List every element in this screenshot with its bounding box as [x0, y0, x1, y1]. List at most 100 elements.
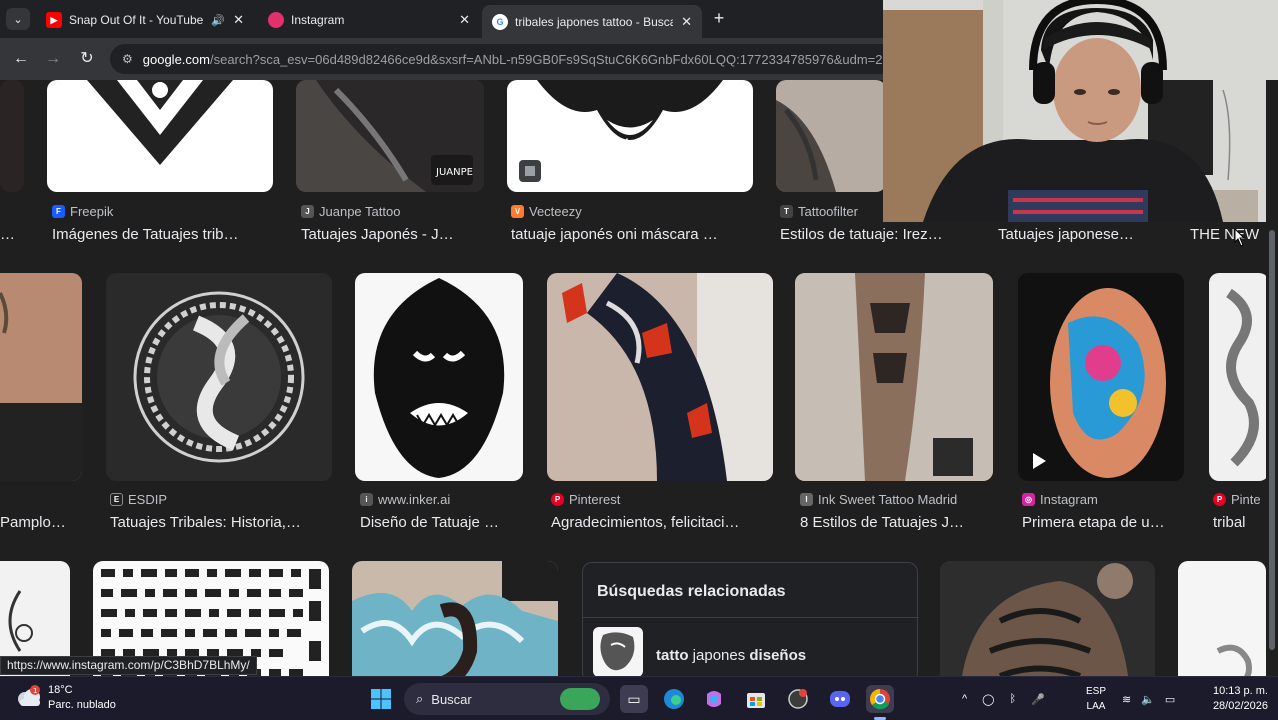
image-result-thumbnail[interactable] [507, 80, 753, 192]
result-caption[interactable]: Tatuajes japonese… [998, 226, 1168, 243]
image-result-thumbnail[interactable] [795, 273, 993, 481]
image-result-thumbnail[interactable] [355, 273, 523, 481]
result-caption[interactable]: Diseño de Tatuaje … [360, 514, 528, 531]
result-caption[interactable]: Pamplo… [0, 514, 80, 531]
related-search-query[interactable]: tatto japones diseños [656, 647, 806, 664]
plus-icon: + [713, 8, 725, 28]
arm-tattoo-photo: JUANPE [296, 80, 484, 192]
image-result-thumbnail[interactable] [776, 80, 886, 192]
result-source[interactable]: i www.inker.ai [360, 492, 450, 507]
source-name: Instagram [1040, 492, 1098, 507]
headset-icon[interactable]: ◯ [982, 693, 994, 706]
tab-search-button[interactable]: ⌄ [6, 8, 30, 30]
edge-browser-icon[interactable] [660, 685, 688, 713]
result-source[interactable]: I Ink Sweet Tattoo Madrid [800, 492, 957, 507]
image-result-thumbnail[interactable]: JUANPE [296, 80, 484, 192]
start-button[interactable] [367, 685, 395, 713]
weather-widget[interactable]: 1 18°C Parc. nublado [14, 683, 116, 713]
image-result-thumbnail[interactable] [1018, 273, 1184, 481]
link-status-url: https://www.instagram.com/p/C3BhD7BLhMy/ [0, 656, 257, 675]
result-source[interactable]: E ESDIP [110, 492, 167, 507]
tab-youtube[interactable]: ▶ Snap Out Of It - YouTube 🔊 ✕ [36, 5, 254, 35]
koi-fish-tattoo-image [133, 291, 305, 463]
quick-settings[interactable]: ≋ 🔈 ▭ [1122, 677, 1175, 720]
discord-icon[interactable] [826, 685, 854, 713]
tab-google-search[interactable]: G tribales japones tattoo - Buscar ✕ [482, 5, 702, 38]
source-name: Pinterest [569, 492, 621, 507]
page-scrollbar[interactable] [1266, 80, 1278, 676]
image-result-thumbnail[interactable] [47, 80, 273, 192]
image-result-thumbnail[interactable] [0, 80, 24, 192]
chrome-icon[interactable] [866, 685, 894, 713]
result-source[interactable]: P Pinterest [551, 492, 620, 507]
result-caption[interactable]: Primera etapa de u… [1022, 514, 1187, 531]
reload-button[interactable]: ↻ [76, 48, 98, 70]
bluetooth-icon[interactable]: ᛒ [1009, 693, 1016, 705]
site-info-icon[interactable]: ⚙ [122, 52, 133, 66]
image-result-thumbnail[interactable] [106, 273, 332, 481]
chevron-down-icon: ⌄ [13, 13, 23, 26]
site-icon: i [360, 493, 373, 506]
battery-icon: ▭ [1164, 693, 1176, 706]
query-term: tatto [656, 647, 689, 664]
webcam-overlay [883, 0, 1278, 222]
result-source[interactable]: ◎ Instagram [1022, 492, 1098, 507]
query-term: japones [692, 647, 746, 664]
tattoo-photo [776, 100, 836, 192]
site-icon: T [780, 205, 793, 218]
close-tab-icon[interactable]: ✕ [459, 12, 470, 28]
weather-condition: Parc. nublado [48, 699, 116, 711]
back-button[interactable]: ← [10, 48, 32, 70]
result-caption[interactable]: Tatuajes Japonés - J… [301, 226, 489, 243]
speaker-icon[interactable]: 🔊 [211, 14, 225, 27]
taskbar-search[interactable]: ⌕ Buscar [404, 683, 610, 715]
result-caption[interactable]: tribal [1213, 514, 1265, 531]
result-caption-truncated[interactable]: … [0, 226, 18, 243]
instagram-icon: ◎ [1022, 493, 1035, 506]
site-icon: J [301, 205, 314, 218]
forward-button[interactable]: → [42, 48, 64, 70]
youtube-icon: ▶ [46, 12, 62, 28]
related-search-thumbnail[interactable] [593, 627, 643, 676]
clock-time: 10:13 p. m. [1212, 685, 1268, 697]
svg-text:1: 1 [33, 687, 37, 695]
address-bar[interactable]: ⚙ google.com/search?sca_esv=06d489d82466… [110, 44, 910, 74]
image-result-thumbnail[interactable] [0, 273, 82, 481]
close-tab-icon[interactable]: ✕ [233, 12, 244, 28]
result-source[interactable]: F Freepik [52, 204, 113, 219]
close-tab-icon[interactable]: ✕ [681, 14, 692, 30]
language-code: ESP [1085, 686, 1106, 697]
image-result-thumbnail[interactable] [1209, 273, 1269, 481]
source-name: Juanpe Tattoo [319, 204, 401, 219]
language-indicator[interactable]: ESP LAA [1083, 684, 1109, 714]
result-caption[interactable]: tatuaje japonés oni máscara … [511, 226, 756, 243]
scrollbar-thumb[interactable] [1269, 230, 1275, 650]
result-caption[interactable]: Agradecimientos, felicitaci… [551, 514, 777, 531]
result-caption[interactable]: 8 Estilos de Tatuajes J… [800, 514, 998, 531]
result-caption[interactable]: Tatuajes Tribales: Historia,… [110, 514, 335, 531]
image-result-thumbnail[interactable] [352, 561, 558, 676]
image-result-thumbnail[interactable] [940, 561, 1155, 676]
result-source[interactable]: V Vecteezy [511, 204, 582, 219]
image-result-thumbnail[interactable] [547, 273, 773, 481]
task-view-icon[interactable]: ▭ [620, 685, 648, 713]
result-caption[interactable]: Imágenes de Tatuajes trib… [52, 226, 277, 243]
result-source[interactable]: P Pinte [1213, 492, 1261, 507]
app-icon[interactable] [784, 685, 812, 713]
oni-mask-image [519, 80, 723, 182]
image-result-thumbnail[interactable] [1178, 561, 1266, 676]
microphone-icon[interactable]: 🎤 [1031, 693, 1045, 706]
copilot-icon[interactable] [700, 685, 728, 713]
result-caption[interactable]: THE NEW [1190, 226, 1266, 243]
tab-instagram[interactable]: Instagram ✕ [258, 5, 480, 35]
mouse-cursor-icon [1234, 228, 1245, 247]
result-source[interactable]: J Juanpe Tattoo [301, 204, 400, 219]
new-tab-button[interactable]: + [708, 8, 730, 30]
clock[interactable]: 10:13 p. m. 28/02/2026 [1196, 684, 1268, 714]
chevron-up-icon[interactable]: ^ [962, 693, 967, 705]
source-name: Pinte [1231, 492, 1261, 507]
result-caption[interactable]: Estilos de tatuaje: Irez… [780, 226, 980, 243]
result-source[interactable]: T Tattoofilter [780, 204, 858, 219]
microsoft-store-icon[interactable] [742, 685, 770, 713]
tab-title: Snap Out Of It - YouTube [69, 13, 204, 27]
